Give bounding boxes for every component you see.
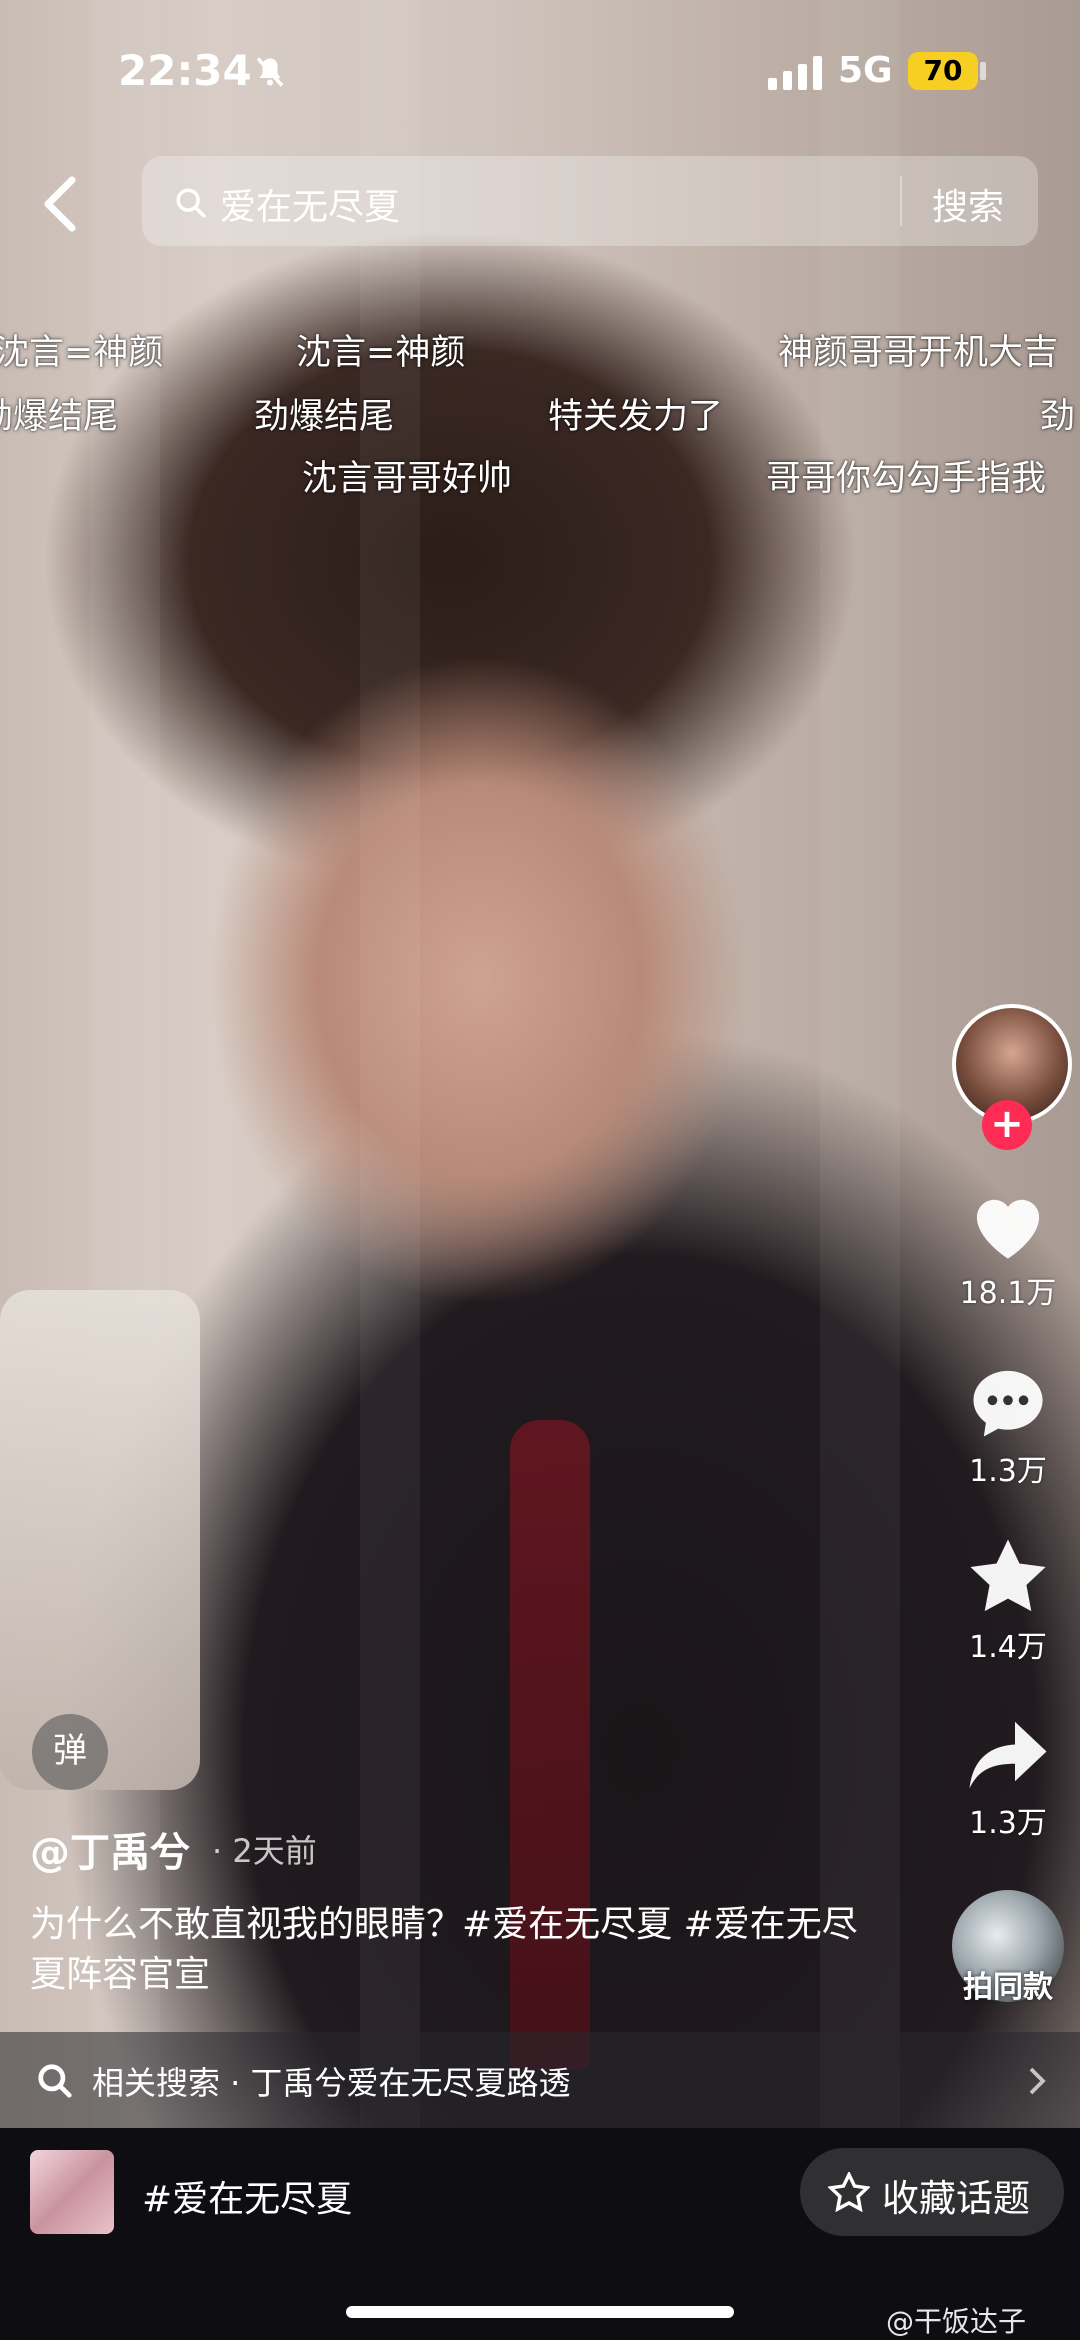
status-bar: 22:34 5G 70 <box>0 0 1080 150</box>
signal-icon <box>768 56 822 90</box>
share-arrow-icon <box>969 1721 1047 1789</box>
like-count: 18.1万 <box>959 1276 1057 1311</box>
comment-button[interactable]: 1.3万 <box>948 1364 1068 1490</box>
topic-name[interactable]: #爱在无尽夏 <box>142 2170 352 2222</box>
author-name[interactable]: @丁禹兮 <box>30 1820 190 1878</box>
danmaku-comment: 劲爆结尾 <box>0 397 119 437</box>
search-bar[interactable]: 爱在无尽夏 搜索 <box>142 156 1038 246</box>
watermark: @干饭达子 <box>886 2305 1027 2338</box>
back-arrow-icon[interactable] <box>40 176 80 232</box>
follow-button[interactable]: + <box>982 1100 1032 1150</box>
like-button[interactable]: 18.1万 <box>948 1186 1068 1312</box>
share-count: 1.3万 <box>969 1806 1047 1841</box>
danmaku-comment: 劲 <box>1040 397 1076 437</box>
search-button[interactable]: 搜索 <box>932 178 1004 230</box>
danmaku-comment: 劲爆结尾 <box>254 397 395 437</box>
comment-count: 1.3万 <box>969 1454 1047 1489</box>
search-query[interactable]: 爱在无尽夏 <box>220 178 400 230</box>
danmaku-comment: 沈言=神颜 <box>0 333 164 373</box>
search-divider <box>900 176 902 226</box>
search-icon <box>176 188 206 218</box>
danmaku-comment: 沈言哥哥好帅 <box>302 459 513 499</box>
battery-cap <box>980 62 986 80</box>
star-icon <box>970 1539 1046 1612</box>
comment-bubble-icon <box>973 1370 1043 1437</box>
status-time: 22:34 <box>118 46 252 95</box>
danmaku-comment: 特关发力了 <box>548 397 724 437</box>
danmaku-comment: 沈言=神颜 <box>296 333 466 373</box>
danmaku-comment: 哥哥你勾勾手指我 <box>766 459 1047 499</box>
collect-topic-label: 收藏话题 <box>882 2177 1030 2220</box>
collect-topic-button[interactable]: 收藏话题 <box>800 2148 1064 2236</box>
related-search-text: 相关搜索 · 丁禹兮爱在无尽夏路透 <box>92 2064 571 2102</box>
mute-bell-icon <box>256 57 284 87</box>
star-outline-icon <box>828 2172 870 2212</box>
related-search-bar[interactable]: 相关搜索 · 丁禹兮爱在无尽夏路透 <box>0 2032 1080 2128</box>
video-feed-screen: 22:34 5G 70 爱在无尽夏 搜索 沈言=神颜 沈言=神颜 神颜哥哥开机大… <box>0 0 1080 2340</box>
post-time: · 2天前 <box>212 1832 317 1870</box>
background-sofa <box>0 1290 200 1790</box>
danmaku-toggle-button[interactable]: 弹 <box>32 1714 108 1790</box>
topic-thumbnail[interactable] <box>30 2150 114 2234</box>
search-icon <box>38 2064 72 2098</box>
home-indicator[interactable] <box>346 2306 734 2318</box>
heart-icon <box>976 1199 1040 1259</box>
favorite-button[interactable]: 1.4万 <box>948 1536 1068 1666</box>
chevron-right-icon <box>1029 2067 1046 2095</box>
video-caption[interactable]: 为什么不敢直视我的眼睛？#爱在无尽夏 #爱在无尽夏阵容官宣 <box>30 1900 870 2000</box>
favorite-count: 1.4万 <box>969 1630 1047 1665</box>
topic-bar: #爱在无尽夏 收藏话题 @干饭达子 <box>0 2128 1080 2340</box>
network-type: 5G <box>838 50 893 91</box>
battery-indicator: 70 <box>908 52 978 90</box>
share-button[interactable]: 1.3万 <box>948 1718 1068 1842</box>
danmaku-comment: 神颜哥哥开机大吉 <box>778 333 1059 373</box>
same-style-label[interactable]: 拍同款 <box>948 1962 1068 2006</box>
